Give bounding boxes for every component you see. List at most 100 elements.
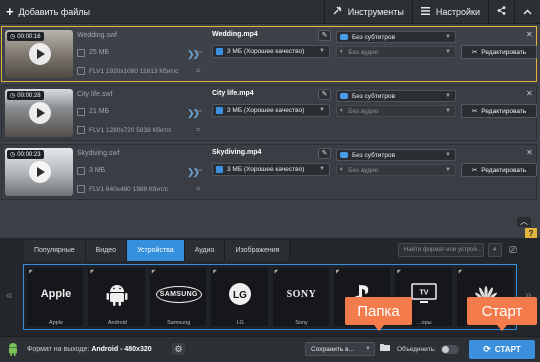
- video-thumbnail[interactable]: ◷ 00:00:28: [5, 89, 73, 137]
- device-label: LG: [236, 320, 244, 326]
- subtitles-select[interactable]: Без субтитров ▼: [336, 149, 456, 161]
- file-list-empty-area: [0, 203, 540, 236]
- source-file-name: City life.swf: [77, 91, 113, 98]
- source-file-name: Wedding.swf: [77, 32, 117, 39]
- merge-label: Объединить:: [397, 346, 436, 353]
- device-tile-android[interactable]: ◤ Android: [88, 268, 146, 326]
- folder-callout: Папка: [345, 297, 412, 331]
- start-label: СТАРТ: [494, 345, 521, 354]
- info-icon: [77, 67, 85, 75]
- clock-icon: ◷: [10, 152, 16, 158]
- remove-file-icon[interactable]: ✕: [526, 30, 533, 39]
- speaker-icon: 🔈︎: [340, 107, 345, 114]
- apple-logo: Apple: [40, 288, 72, 300]
- rename-pencil-icon[interactable]: ✎: [318, 148, 331, 159]
- play-icon[interactable]: [29, 102, 51, 124]
- file-row[interactable]: ◷ 00:00:23 Skydiving.swf 3 МБ ✂ FLV1 640…: [1, 144, 537, 200]
- edit-button[interactable]: ✂ Редактировать: [461, 45, 537, 59]
- file-icon: [77, 167, 85, 175]
- play-icon[interactable]: [29, 161, 51, 183]
- source-file-name: Skydiving.swf: [77, 150, 120, 157]
- rename-pencil-icon[interactable]: ✎: [318, 89, 331, 100]
- quality-select[interactable]: 3 МБ (Хорошее качество) ▼: [212, 163, 330, 176]
- lg-icon: LG: [211, 278, 269, 310]
- tools-button[interactable]: Инструменты: [325, 0, 412, 24]
- crop-icon[interactable]: ⌗: [196, 185, 204, 193]
- edit-button[interactable]: ✂ Редактировать: [461, 163, 537, 177]
- format-panel: Популярные Видео Устройства Аудио Изобра…: [0, 238, 540, 336]
- corner-mark-icon: ◤: [397, 269, 402, 275]
- collapse-button[interactable]: [515, 0, 540, 24]
- timecode: 00:00:23: [17, 151, 41, 158]
- tab-audio[interactable]: Аудио: [184, 240, 226, 261]
- audio-select[interactable]: 🔈︎ Без аудио ▼: [336, 46, 456, 58]
- clock-icon: ◷: [10, 93, 16, 99]
- save-location-select[interactable]: Сохранить в... ▼: [305, 342, 375, 356]
- output-file-name[interactable]: Skydiving.mp4: [212, 149, 314, 156]
- remove-file-icon[interactable]: ✕: [526, 89, 533, 98]
- tab-video[interactable]: Видео: [85, 240, 128, 261]
- subtitles-icon: [340, 34, 348, 40]
- device-label: Android: [107, 320, 127, 326]
- scroll-left-icon[interactable]: «: [6, 288, 13, 302]
- device-tile-lg[interactable]: ◤ LG LG: [211, 268, 269, 326]
- play-icon[interactable]: [29, 43, 51, 65]
- format-tabs: Популярные Видео Устройства Аудио Изобра…: [24, 240, 291, 261]
- device-tile-sony[interactable]: ◤ SONY Sony: [272, 268, 329, 326]
- settings-button[interactable]: Настройки: [413, 0, 488, 24]
- tab-popular[interactable]: Популярные: [24, 240, 86, 261]
- video-thumbnail[interactable]: ◷ 00:00:23: [5, 148, 73, 196]
- rename-pencil-icon[interactable]: ✎: [318, 30, 331, 41]
- detect-device-icon[interactable]: ⎚: [506, 243, 520, 257]
- crop-icon[interactable]: ⌗: [196, 126, 204, 134]
- tab-devices[interactable]: Устройства: [127, 240, 185, 261]
- output-format: Формат на выходе: Android - 480x320: [27, 346, 152, 353]
- edit-label: Редактировать: [481, 48, 527, 56]
- quality-color-icon: [216, 166, 223, 173]
- output-file-name[interactable]: City life.mp4: [212, 90, 314, 97]
- edit-button[interactable]: ✂ Редактировать: [461, 104, 537, 118]
- output-format-value: Android: [91, 346, 119, 353]
- merge-toggle[interactable]: [441, 345, 459, 354]
- start-button[interactable]: ⟳ СТАРТ: [469, 340, 535, 359]
- file-row[interactable]: ◷ 00:00:16 Wedding.swf 25 МБ ✂ FLV1 1920…: [1, 26, 537, 82]
- subtitles-select[interactable]: Без субтитров ▼: [336, 31, 456, 43]
- corner-mark-icon: ◤: [29, 269, 33, 275]
- source-file-info: FLV1 1920x1080 11613 Кбит/с: [89, 68, 179, 75]
- menu-icon: [420, 6, 430, 17]
- timecode-badge: ◷ 00:00:16: [7, 32, 44, 41]
- audio-select[interactable]: 🔈︎ Без аудио ▼: [336, 164, 456, 176]
- convert-arrows-icon: ❯❯: [187, 49, 200, 59]
- quality-select[interactable]: 3 МБ (Хорошее качество) ▼: [212, 45, 330, 58]
- android-icon: [88, 278, 146, 310]
- sony-logo: SONY: [286, 288, 317, 300]
- audio-select[interactable]: 🔈︎ Без аудио ▼: [336, 105, 456, 117]
- info-icon: [77, 126, 85, 134]
- output-file-name[interactable]: Wedding.mp4: [212, 31, 314, 38]
- svg-text:TV: TV: [420, 290, 429, 297]
- search-icon[interactable]: ⌕: [488, 243, 502, 257]
- gear-icon[interactable]: ⚙: [172, 343, 185, 355]
- share-icon: [497, 6, 506, 17]
- crop-icon[interactable]: ⌗: [196, 67, 204, 75]
- file-row[interactable]: ◷ 00:00:28 City life.swf 21 МБ ✂ FLV1 12…: [1, 85, 537, 141]
- audio-value: Без аудио: [348, 166, 379, 174]
- remove-file-icon[interactable]: ✕: [526, 148, 533, 157]
- add-files-button[interactable]: + Добавить файлы: [0, 0, 98, 24]
- video-thumbnail[interactable]: ◷ 00:00:16: [5, 30, 73, 78]
- audio-value: Без аудио: [348, 48, 379, 56]
- tab-images[interactable]: Изображения: [225, 240, 291, 261]
- timecode-badge: ◷ 00:00:23: [7, 150, 44, 159]
- device-tile-apple[interactable]: ◤ Apple Apple: [27, 268, 84, 326]
- file-list: ◷ 00:00:16 Wedding.swf 25 МБ ✂ FLV1 1920…: [0, 25, 540, 203]
- share-button[interactable]: [489, 0, 514, 24]
- subtitles-select[interactable]: Без субтитров ▼: [336, 90, 456, 102]
- device-tile-samsung[interactable]: ◤ SAMSUNG Samsung: [149, 268, 207, 326]
- scissors-icon: ✂: [471, 108, 478, 115]
- format-search-input[interactable]: Найти формат или устрой...: [398, 243, 484, 257]
- folder-icon[interactable]: [380, 343, 390, 353]
- collapse-panel-icon[interactable]: ︿: [517, 217, 531, 227]
- scissors-icon: ✂: [471, 167, 478, 174]
- quality-select[interactable]: 3 МБ (Хорошее качество) ▼: [212, 104, 330, 117]
- samsung-logo-text: SAMSUNG: [155, 285, 202, 303]
